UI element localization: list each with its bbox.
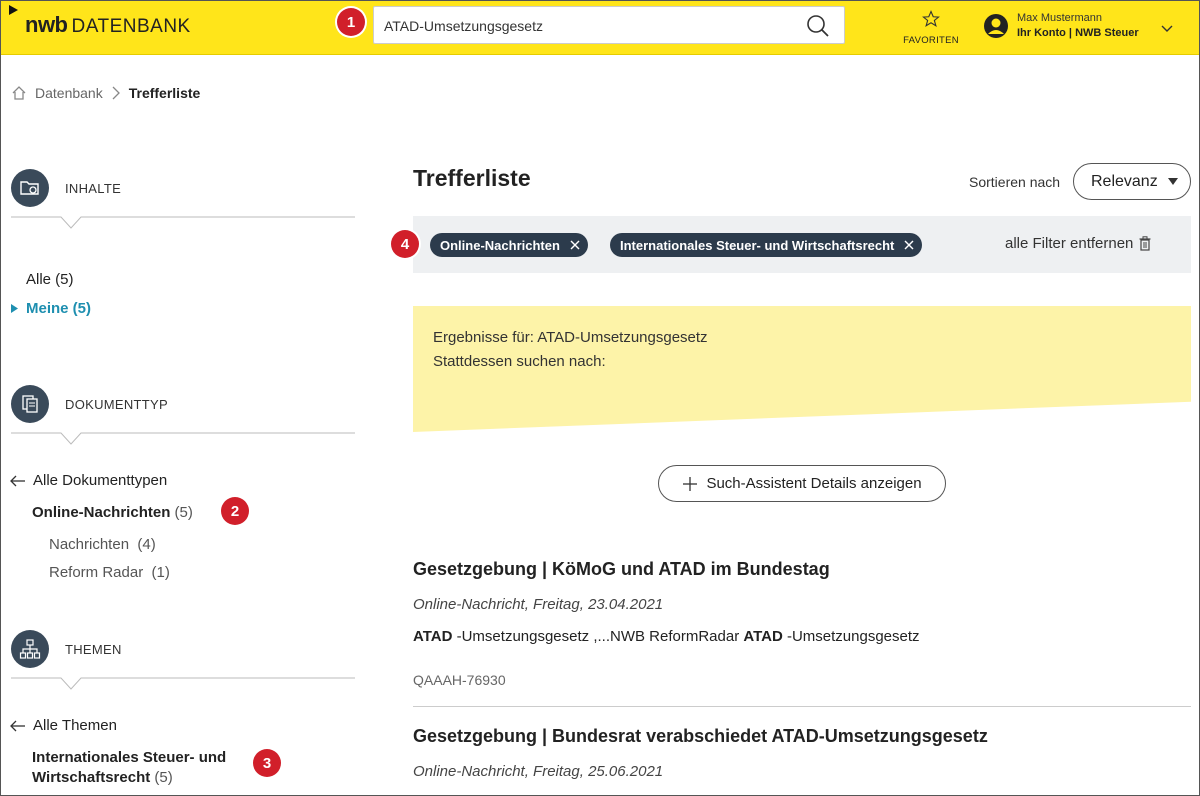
page-title: Trefferliste [413,165,531,191]
section-title-dokumenttyp: DOKUMENTTYP [65,396,168,412]
themen-selected[interactable]: Wirtschaftsrecht (5) [32,769,173,786]
dokumenttyp-child-nachrichten[interactable]: Nachrichten (4) [49,536,156,553]
filter-chip-internationales-steuerrecht[interactable]: Internationales Steuer- und Wirtschaftsr… [610,233,923,257]
user-name: Max Mustermann [1017,12,1102,24]
search-icon[interactable] [806,14,830,38]
top-header: nwb DATENBANK 1 ATAD-Umsetzungsgesetz FAV… [1,1,1199,55]
result-snippet: ATAD -Umsetzungsgesetz ,...NWB ReformRad… [413,628,920,645]
result-doc-id: QAAAH-76930 [413,672,506,688]
callout-badge-3: 3 [253,749,281,777]
instead-search-text: Stattdessen suchen nach: [433,353,606,370]
sort-label: Sortieren nach [969,174,1061,190]
plus-icon [683,476,698,491]
clear-all-filters-label: alle Filter entfernen [1005,235,1134,252]
close-icon[interactable] [570,240,580,250]
sort-dropdown[interactable]: Relevanz [1073,163,1191,200]
child-label: Reform Radar [49,564,144,581]
close-icon[interactable] [904,240,914,250]
user-avatar-icon [984,14,1008,38]
back-all-dokumenttypen[interactable]: Alle Dokumenttypen [33,472,167,489]
logo-text: DATENBANK [71,16,191,37]
breadcrumb-home-link[interactable]: Datenbank [35,85,103,101]
dokumenttyp-selected-label: Online-Nachrichten [32,504,171,521]
favorites-button[interactable]: FAVORITEN [901,10,961,46]
home-icon[interactable] [11,85,27,101]
section-title-inhalte: INHALTE [65,180,122,196]
search-info-box: Ergebnisse für: ATAD-Umsetzungsgesetz St… [413,306,1191,432]
account-menu[interactable]: Max Mustermann Ihr Konto | NWB Steuer [983,11,1183,43]
favorites-label: FAVORITEN [903,35,959,46]
result-meta: Online-Nachricht, Freitag, 23.04.2021 [413,596,664,613]
result-title-link[interactable]: Gesetzgebung | KöMoG und ATAD im Bundest… [413,559,830,580]
chevron-right-icon [112,86,120,100]
search-input-value: ATAD-Umsetzungsgesetz [384,18,543,34]
callout-badge-4: 4 [391,230,419,258]
callout-badge-1: 1 [337,8,365,36]
sitemap-icon [11,630,49,668]
section-header-inhalte[interactable]: INHALTE [11,169,121,207]
snippet-highlight: ATAD [743,628,783,645]
arrow-left-icon [10,475,25,487]
back-all-themen[interactable]: Alle Themen [33,717,117,734]
child-count: (4) [137,536,156,553]
dokumenttyp-selected[interactable]: Online-Nachrichten (5) [32,504,193,521]
section-divider [11,677,355,690]
filter-meine[interactable]: Meine (5) [26,300,91,317]
app-window: nwb DATENBANK 1 ATAD-Umsetzungsgesetz FAV… [0,0,1200,796]
logo-bold: nwb [25,12,68,37]
active-filters-bar: Online-Nachrichten Internationales Steue… [413,216,1191,273]
dokumenttyp-child-reform-radar[interactable]: Reform Radar (1) [49,564,170,581]
breadcrumb-current: Trefferliste [128,85,201,101]
filter-alle[interactable]: Alle (5) [26,271,74,288]
search-assistant-button[interactable]: Such-Assistent Details anzeigen [658,465,946,502]
caret-right-icon [11,304,18,313]
results-for-text: Ergebnisse für: ATAD-Umsetzungsgesetz [433,329,708,346]
result-meta: Online-Nachricht, Freitag, 25.06.2021 [413,763,664,780]
result-title-link[interactable]: Gesetzgebung | Bundesrat verabschiedet A… [413,726,988,747]
folder-icon [11,169,49,207]
search-input[interactable]: ATAD-Umsetzungsgesetz [373,6,845,44]
section-header-dokumenttyp[interactable]: DOKUMENTTYP [11,385,168,423]
themen-selected-count: (5) [154,769,173,786]
logo-flag-icon [9,5,18,15]
callout-badge-2: 2 [221,497,249,525]
section-divider [11,216,355,229]
caret-down-icon [1167,177,1178,185]
section-header-themen[interactable]: THEMEN [11,630,122,668]
filter-chip-online-nachrichten[interactable]: Online-Nachrichten [430,233,588,257]
chevron-down-icon [1161,25,1173,32]
child-count: (1) [151,564,170,581]
snippet-text: -Umsetzungsgesetz ,...NWB ReformRadar [452,628,744,645]
logo[interactable]: nwb DATENBANK [25,13,191,39]
filter-chip-label: Online-Nachrichten [440,237,560,253]
section-divider [11,432,355,445]
account-label: Ihr Konto | NWB Steuer [1017,27,1139,39]
result-divider [413,706,1191,707]
themen-selected-line2: Wirtschaftsrecht [32,769,151,786]
snippet-highlight: ATAD [413,628,453,645]
star-icon [922,10,940,27]
dokumenttyp-selected-count: (5) [174,504,193,521]
arrow-left-icon [10,720,25,732]
snippet-text: -Umsetzungsgesetz [782,628,920,645]
sort-value: Relevanz [1091,172,1158,190]
search-assistant-label: Such-Assistent Details anzeigen [706,475,922,492]
filter-chip-label: Internationales Steuer- und Wirtschaftsr… [620,237,895,253]
trash-icon [1139,236,1151,251]
section-title-themen: THEMEN [65,641,122,657]
clear-all-filters-button[interactable]: alle Filter entfernen [1005,235,1151,252]
documents-icon [11,385,49,423]
themen-selected-line1[interactable]: Internationales Steuer- und [32,749,226,766]
child-label: Nachrichten [49,536,130,553]
breadcrumb: Datenbank Trefferliste [11,85,200,101]
